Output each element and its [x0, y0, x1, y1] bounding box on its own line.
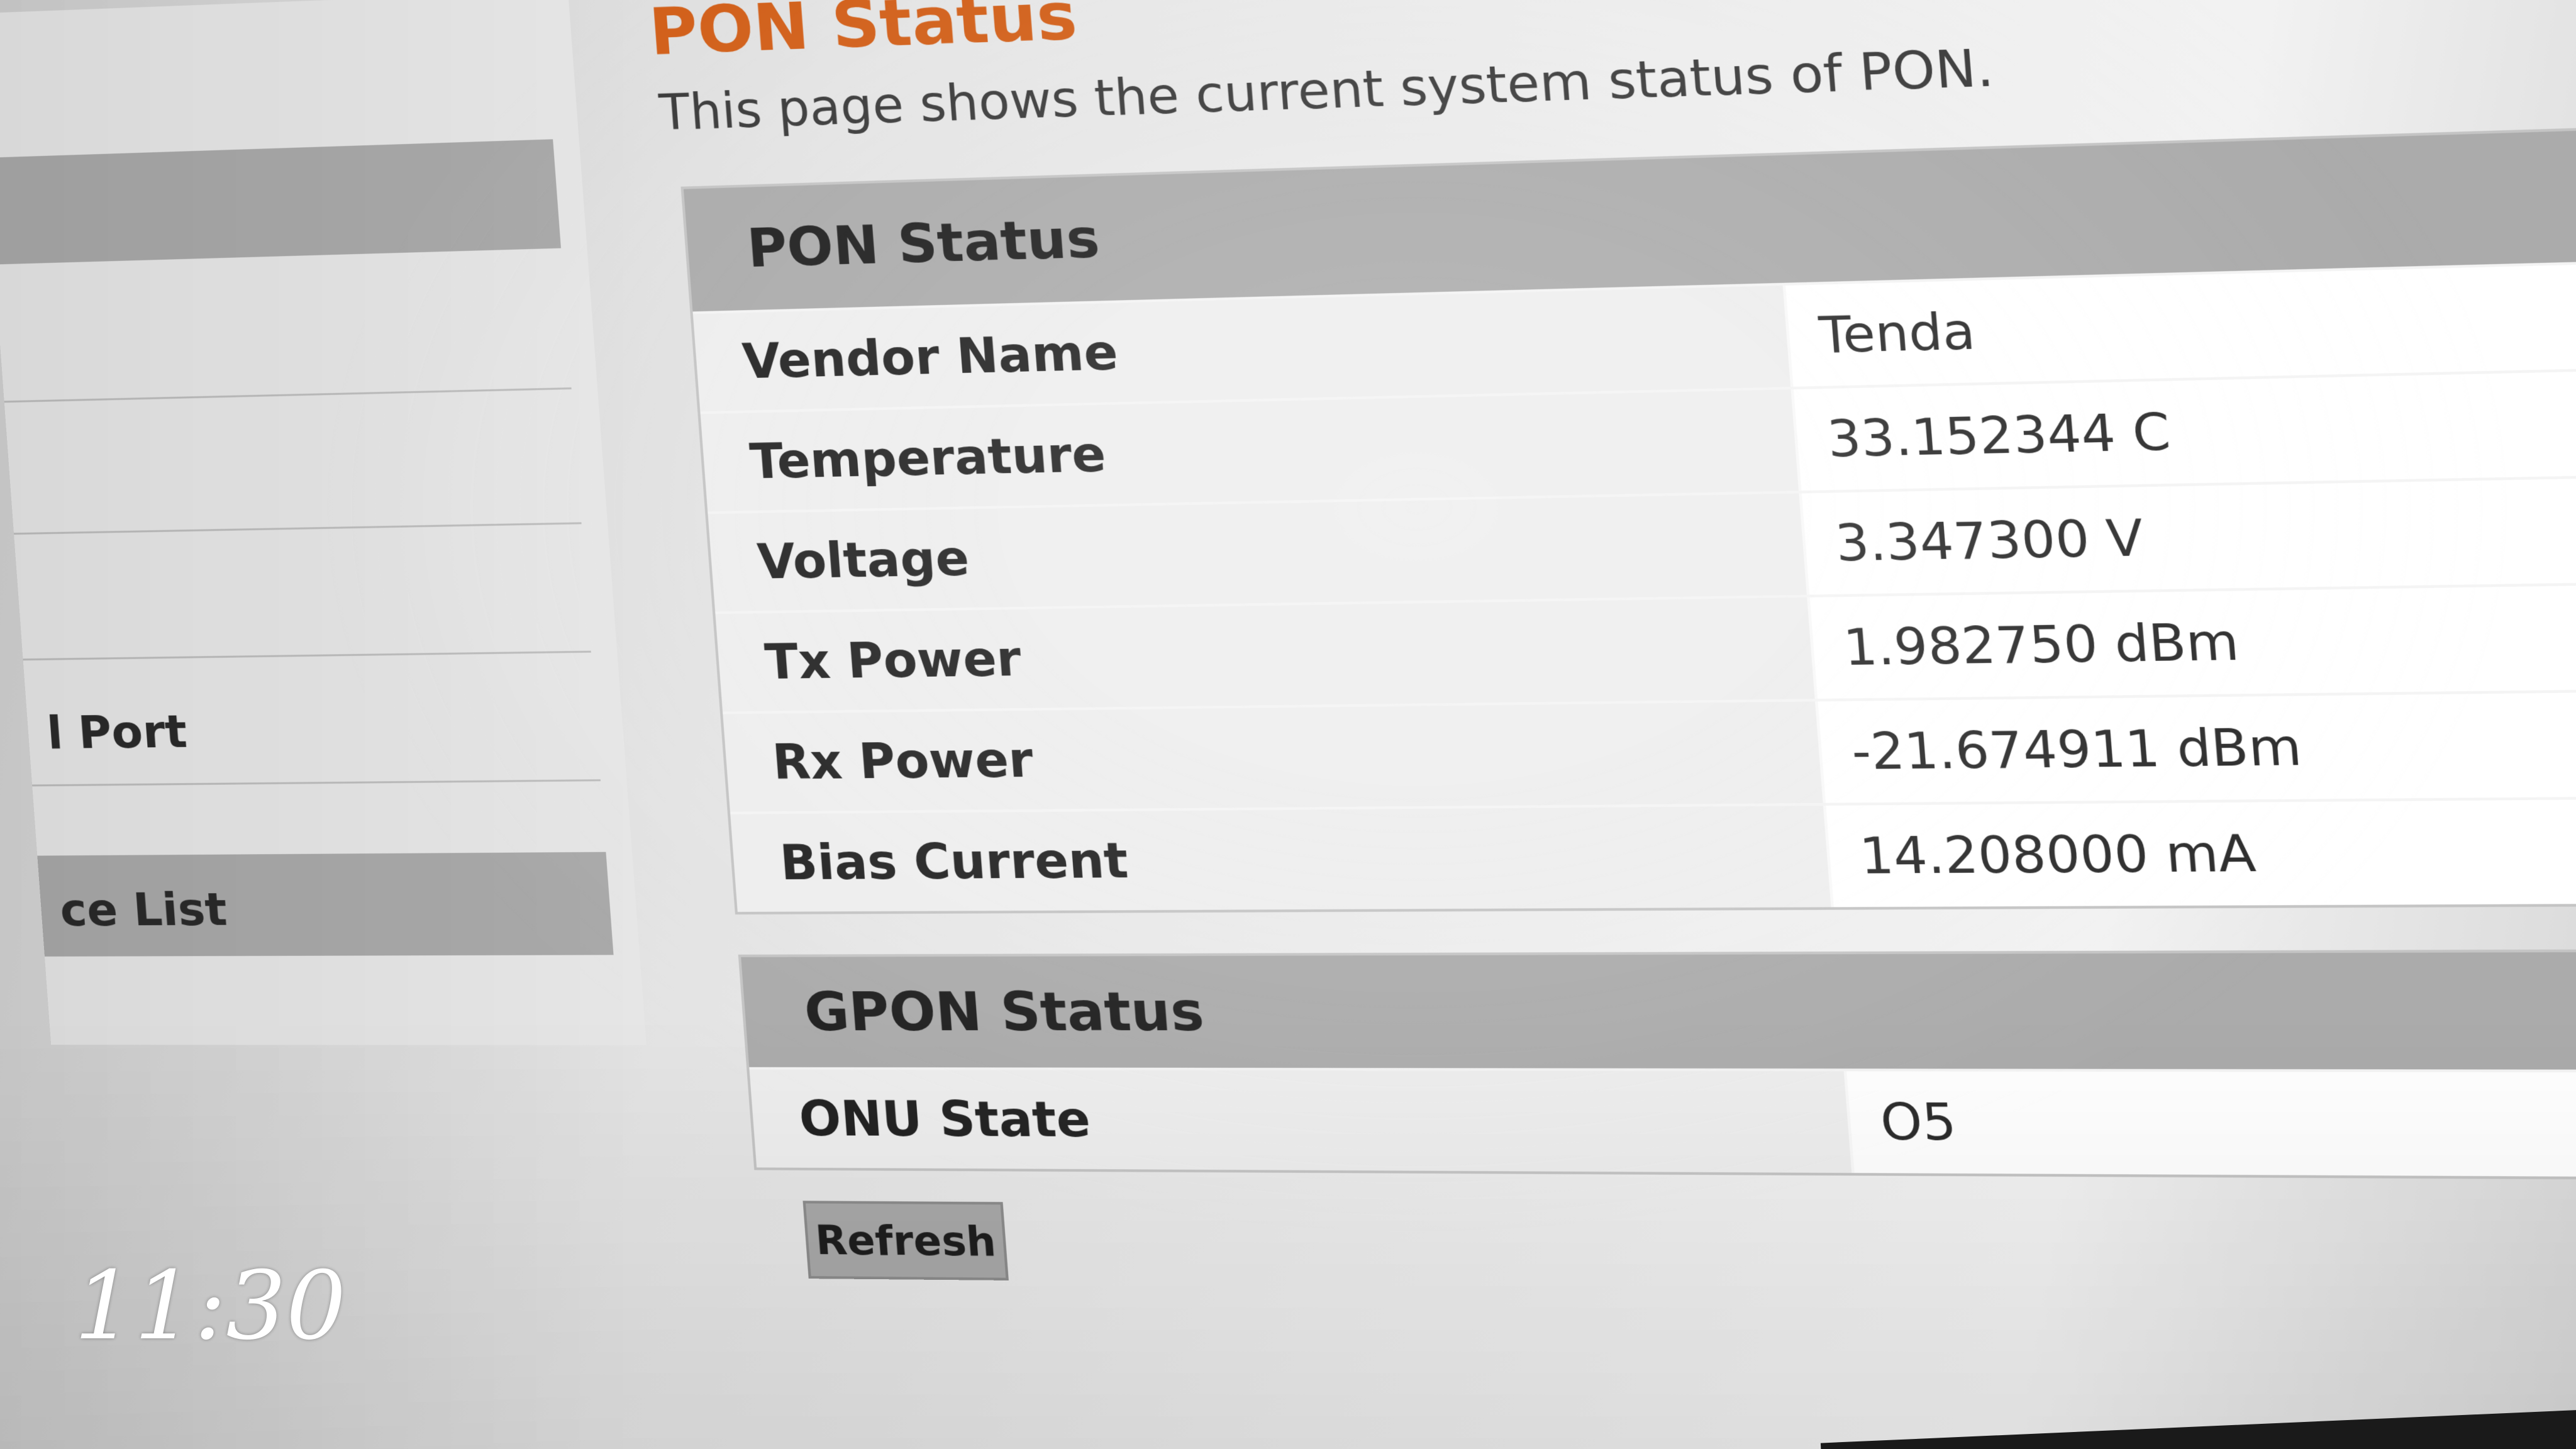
- pon-status-panel: PON Status Vendor Name Tenda Temperature…: [680, 116, 2576, 915]
- gpon-status-header: GPON Status: [741, 951, 2576, 1070]
- gpon-status-panel: GPON Status ONU State O5: [738, 948, 2576, 1182]
- page-title: PON Status: [647, 0, 1080, 70]
- sidebar-item-label: l Port: [45, 704, 189, 760]
- sidebar-item-label: ce List: [58, 882, 229, 936]
- sidebar-item-3[interactable]: [5, 402, 582, 535]
- photo-stage: l Port ce List PON Status This page show…: [0, 0, 2576, 1449]
- table-row: Bias Current 14.208000 mA: [730, 793, 2576, 912]
- sidebar-item-port[interactable]: l Port: [23, 658, 601, 787]
- row-value: 14.208000 mA: [1826, 796, 2576, 908]
- row-value: 1.982750 dBm: [1809, 579, 2576, 699]
- pon-status-heading: PON Status: [745, 207, 1102, 280]
- sidebar: l Port ce List: [0, 0, 647, 1045]
- sidebar-item-4[interactable]: [14, 530, 591, 661]
- monitor-screen: l Port ce List PON Status This page show…: [0, 0, 2576, 1449]
- row-label: Voltage: [708, 493, 1810, 612]
- row-value: O5: [1846, 1071, 2576, 1179]
- main-content: PON Status This page shows the current s…: [647, 0, 2576, 1368]
- row-label: Rx Power: [723, 701, 1826, 812]
- row-label: Bias Current: [730, 805, 1834, 912]
- sidebar-item-active-top[interactable]: [0, 139, 561, 265]
- row-label: Tx Power: [715, 597, 1818, 712]
- gpon-status-heading: GPON Status: [802, 980, 1206, 1043]
- row-label: ONU State: [749, 1069, 1855, 1174]
- table-row: ONU State O5: [749, 1067, 2576, 1179]
- sidebar-item-device-list[interactable]: ce List: [37, 852, 614, 957]
- clock-overlay: 11:30: [74, 1252, 347, 1361]
- row-value: 3.347300 V: [1801, 471, 2576, 595]
- sidebar-item-2[interactable]: [0, 267, 572, 403]
- refresh-button[interactable]: Refresh: [802, 1201, 1009, 1280]
- row-value: -21.674911 dBm: [1818, 687, 2576, 803]
